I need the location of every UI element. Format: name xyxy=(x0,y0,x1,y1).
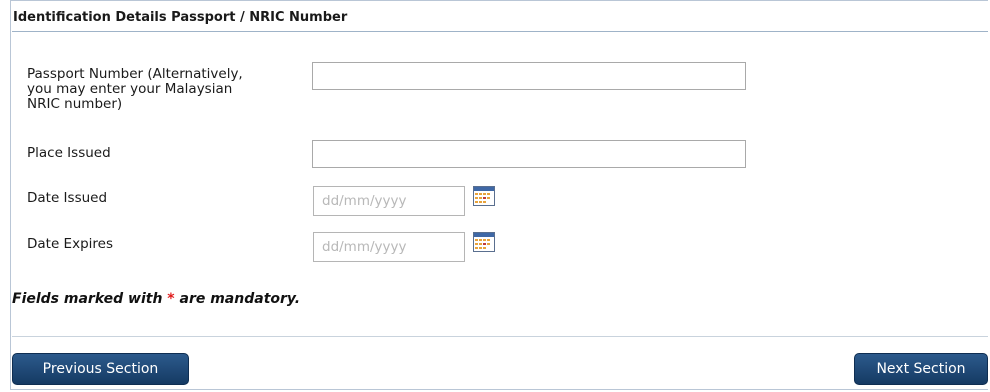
required-asterisk: * xyxy=(167,291,175,307)
calendar-icon[interactable] xyxy=(473,232,495,252)
calendar-icon[interactable] xyxy=(473,186,495,206)
date-expires-label: Date Expires xyxy=(27,236,113,252)
section-title: Identification Details Passport / NRIC N… xyxy=(13,10,348,25)
footer-divider xyxy=(12,336,988,337)
date-issued-label: Date Issued xyxy=(27,190,108,206)
date-expires-input[interactable] xyxy=(313,232,465,262)
passport-label-line: Passport Number (Alternatively, xyxy=(27,66,243,82)
note-text-before: Fields marked with xyxy=(12,291,163,307)
next-section-button[interactable]: Next Section xyxy=(854,353,988,385)
title-divider xyxy=(12,31,988,32)
date-issued-input[interactable] xyxy=(313,186,465,216)
form-panel xyxy=(10,0,988,390)
previous-section-button[interactable]: Previous Section xyxy=(12,353,189,385)
place-issued-input[interactable] xyxy=(312,140,746,168)
passport-number-input[interactable] xyxy=(312,62,746,90)
place-issued-label: Place Issued xyxy=(27,145,111,161)
passport-label-line: you may enter your Malaysian xyxy=(27,81,233,97)
mandatory-fields-note: Fields marked with * are mandatory. xyxy=(12,291,300,307)
passport-number-label: Passport Number (Alternatively, you may … xyxy=(27,67,243,112)
note-text-after: are mandatory. xyxy=(179,291,301,307)
passport-label-line: NRIC number) xyxy=(27,96,123,112)
